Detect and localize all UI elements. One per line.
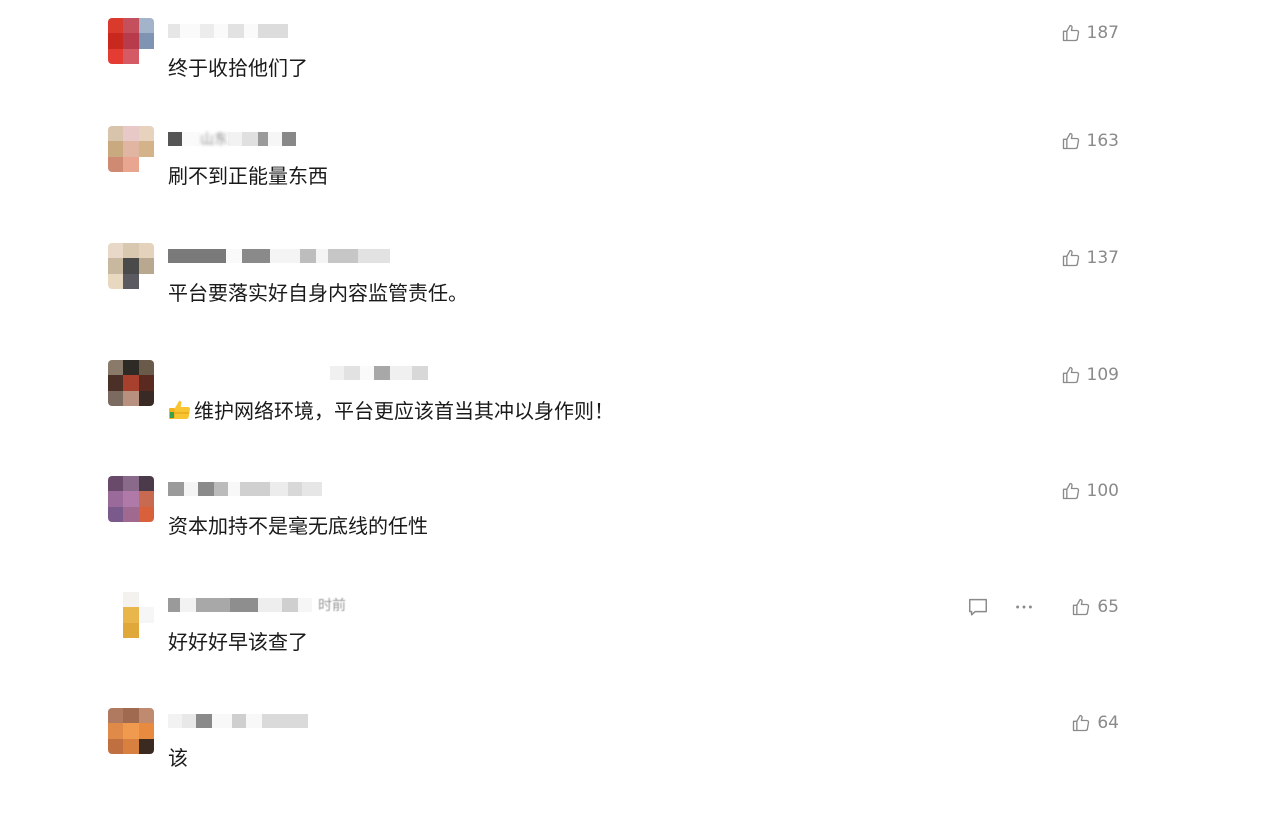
thumbs-up-icon <box>1073 598 1090 616</box>
comment-time: 时前 <box>318 598 346 614</box>
comment-text-body: 维护网络环境，平台更应该首当其冲以身作则！ <box>194 399 614 423</box>
like-count: 65 <box>1097 597 1119 617</box>
comment-actions <box>966 595 1036 619</box>
thumbs-up-icon <box>1062 132 1079 150</box>
thumbs-up-icon <box>1073 714 1090 732</box>
avatar[interactable] <box>108 360 154 406</box>
comment-item: 山东 刷不到正能量东西 163 <box>0 126 1267 242</box>
like-button[interactable]: 163 <box>1061 129 1119 153</box>
username[interactable] <box>168 249 390 263</box>
comment-item: 维护网络环境，平台更应该首当其冲以身作则！ 109 <box>0 360 1267 476</box>
avatar[interactable] <box>108 18 154 64</box>
comment-text: 好好好早该查了 <box>168 630 308 654</box>
comment-item: 该 64 <box>0 708 1267 824</box>
comment-list: 终于收拾他们了 187 山东 刷不到正能量东西 163 平台要落实好自身内容监管… <box>0 0 1267 804</box>
comment-item: 资本加持不是毫无底线的任性 100 <box>0 476 1267 592</box>
comment-item: 时前 好好好早该查了 65 <box>0 592 1267 708</box>
username[interactable] <box>168 714 308 728</box>
more-button[interactable] <box>1012 595 1036 619</box>
avatar[interactable] <box>108 708 154 754</box>
avatar[interactable] <box>108 592 154 638</box>
reply-button[interactable] <box>966 595 990 619</box>
like-count: 187 <box>1086 23 1119 43</box>
ellipsis-icon <box>1016 605 1032 609</box>
comment-item: 终于收拾他们了 187 <box>0 18 1267 134</box>
comment-text: 资本加持不是毫无底线的任性 <box>168 514 428 538</box>
username[interactable]: 山东 <box>168 132 296 148</box>
thumbs-up-icon <box>1062 249 1079 267</box>
like-count: 163 <box>1086 131 1119 151</box>
like-count: 100 <box>1086 481 1119 501</box>
comment-text: 平台要落实好自身内容监管责任。 <box>168 281 468 305</box>
like-count: 64 <box>1097 713 1119 733</box>
username[interactable] <box>168 482 322 496</box>
thumbs-up-icon <box>1062 482 1079 500</box>
avatar[interactable] <box>108 126 154 172</box>
like-button[interactable]: 65 <box>1071 595 1119 619</box>
comment-item: 平台要落实好自身内容监管责任。 137 <box>0 243 1267 359</box>
avatar[interactable] <box>108 476 154 522</box>
username-text: 山东 <box>200 132 228 148</box>
thumbs-up-icon <box>1062 24 1079 42</box>
like-button[interactable]: 187 <box>1061 21 1119 45</box>
comment-text: 该 <box>168 746 188 770</box>
comment-bubble-icon <box>969 598 987 616</box>
avatar[interactable] <box>108 243 154 289</box>
like-count: 137 <box>1086 248 1119 268</box>
comment-text: 维护网络环境，平台更应该首当其冲以身作则！ <box>168 397 614 424</box>
comment-text: 刷不到正能量东西 <box>168 164 328 188</box>
like-count: 109 <box>1086 365 1119 385</box>
username[interactable] <box>330 366 428 380</box>
thumbs-up-icon <box>1062 366 1079 384</box>
username[interactable]: 时前 <box>168 598 346 614</box>
username[interactable] <box>168 24 288 38</box>
like-button[interactable]: 64 <box>1071 711 1119 735</box>
like-button[interactable]: 109 <box>1061 363 1119 387</box>
like-button[interactable]: 137 <box>1061 246 1119 270</box>
like-button[interactable]: 100 <box>1061 479 1119 503</box>
thumbs-up-emoji-icon <box>169 400 191 420</box>
comment-text: 终于收拾他们了 <box>168 56 308 80</box>
